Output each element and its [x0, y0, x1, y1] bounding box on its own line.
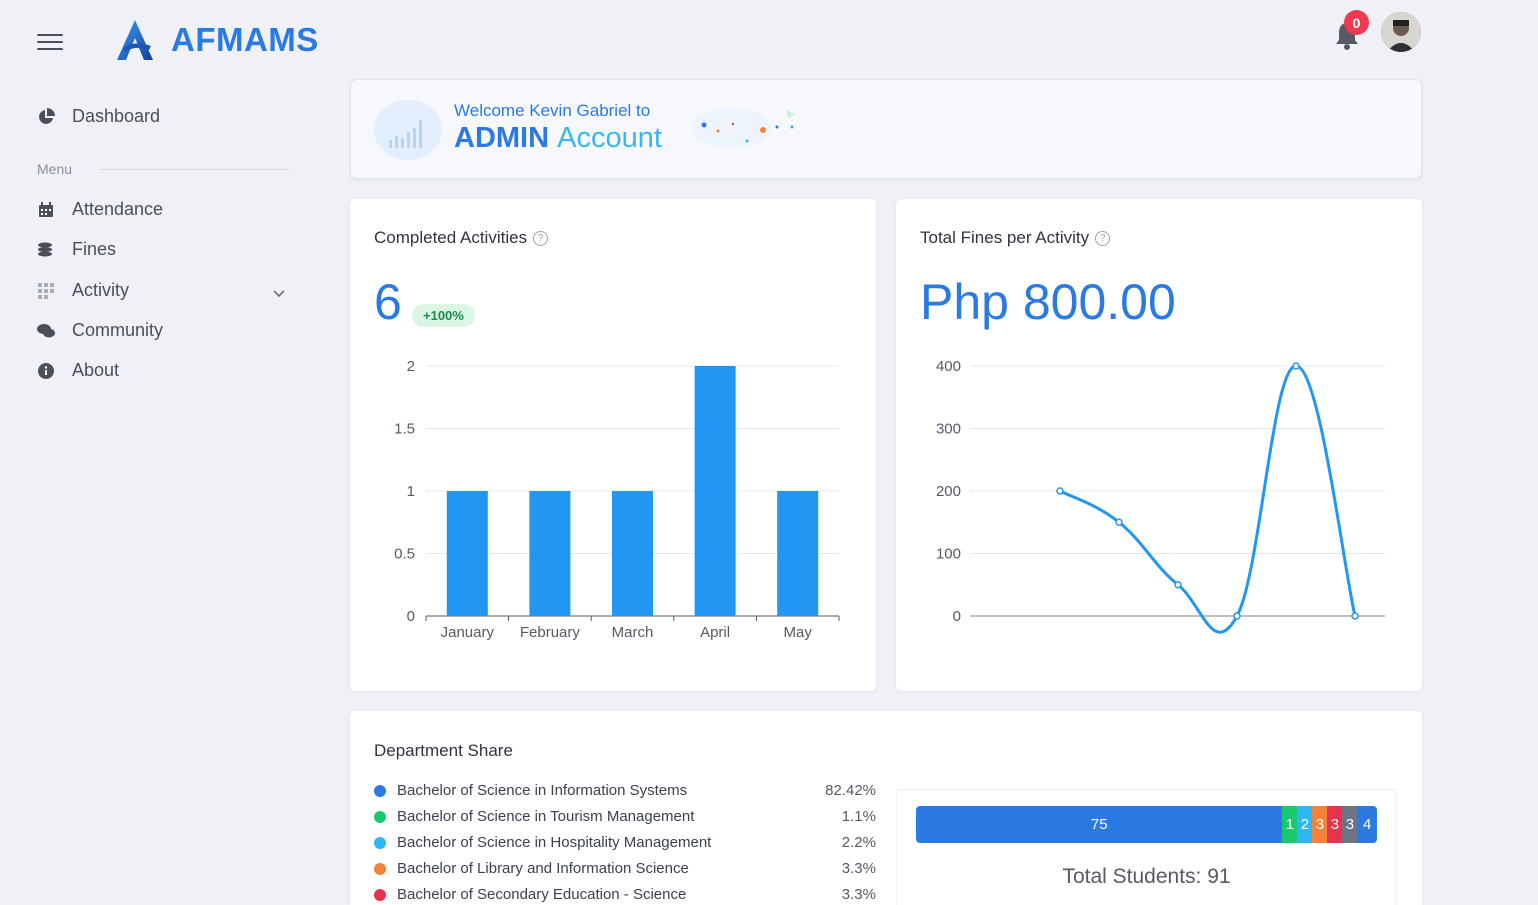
y-tick-label: 1.5 — [394, 421, 415, 438]
completed-bar-chart: 0 0.5 1 1.5 2 January February March April May — [394, 358, 840, 641]
pie-chart-icon — [37, 107, 55, 126]
calendar-icon — [37, 201, 55, 219]
hamburger-menu-icon[interactable] — [37, 34, 63, 52]
chart-illustration-icon — [374, 100, 442, 160]
comments-icon — [37, 322, 55, 340]
data-point — [1174, 581, 1182, 589]
bar-segment: 3 — [1342, 806, 1358, 843]
department-row: Bachelor of Science in Information Syste… — [374, 782, 876, 799]
sidebar-item-attendance[interactable]: Attendance — [37, 199, 163, 220]
sidebar-item-about[interactable]: About — [37, 360, 119, 381]
coins-icon — [37, 241, 55, 259]
total-students: Total Students: 91 — [1062, 865, 1231, 888]
confetti-decoration-icon — [691, 108, 795, 148]
sidebar-item-activity[interactable]: Activity — [37, 280, 129, 301]
y-tick-label: 100 — [936, 546, 961, 563]
department-percent: 3.3% — [841, 860, 876, 877]
logo-icon — [117, 20, 153, 60]
department-name: Bachelor of Science in Tourism Managemen… — [397, 808, 695, 825]
data-point — [1292, 362, 1300, 370]
department-name: Bachelor of Science in Information Syste… — [397, 782, 688, 799]
department-percent: 2.2% — [841, 834, 876, 851]
legend-dot — [374, 784, 386, 797]
department-name: Bachelor of Library and Information Scie… — [397, 860, 689, 877]
department-name: Bachelor of Science in Hospitality Manag… — [397, 834, 712, 851]
bar — [777, 491, 819, 616]
bar-segment: 4 — [1357, 806, 1377, 843]
data-point — [1056, 487, 1064, 495]
bar-segment: 75 — [916, 806, 1283, 843]
bar-segment: 2 — [1297, 806, 1313, 843]
legend-dot — [374, 862, 386, 875]
sidebar-item-label: Fines — [72, 239, 117, 259]
department-percent: 1.1% — [841, 808, 876, 825]
avatar[interactable] — [1381, 12, 1421, 52]
logo: AFMAMS — [113, 18, 319, 62]
department-name: Bachelor of Secondary Education - Scienc… — [397, 886, 687, 903]
completed-activities-card: Completed Activities? 6 +100% 0 0.5 1 1.5 2 J… — [350, 199, 876, 691]
bar-segment: 3 — [1312, 806, 1328, 843]
x-tick-label: March — [612, 624, 654, 641]
data-point — [1351, 612, 1359, 620]
legend-dot — [374, 836, 386, 849]
department-row: Bachelor of Science in Tourism Managemen… — [374, 808, 876, 825]
bar — [446, 491, 488, 616]
y-tick-label: 1 — [407, 483, 415, 500]
bar — [529, 491, 571, 616]
card-title: Department Share — [374, 741, 513, 760]
menu-section-label: Menu — [37, 161, 73, 177]
divider — [99, 169, 290, 170]
sidebar-item-dashboard[interactable]: Dashboard — [37, 106, 160, 127]
grid-icon — [37, 282, 55, 300]
notification-badge: 0 — [1344, 10, 1369, 35]
x-tick-label: April — [700, 624, 730, 641]
welcome-title: ADMIN Account — [454, 122, 662, 155]
sidebar-item-community[interactable]: Community — [37, 320, 163, 341]
admin-label: ADMIN — [454, 122, 550, 154]
sidebar-item-label: About — [72, 360, 120, 380]
y-tick-label: 0 — [953, 608, 961, 625]
x-tick-label: February — [520, 624, 581, 641]
series-line — [1059, 364, 1357, 634]
department-percent: 3.3% — [841, 886, 876, 903]
welcome-text: Welcome Kevin Gabriel to — [454, 101, 651, 120]
chevron-down-icon[interactable] — [272, 286, 286, 300]
bar — [694, 366, 736, 616]
legend-dot — [374, 888, 386, 901]
sidebar-item-label: Attendance — [72, 199, 164, 219]
legend-dot — [374, 810, 386, 823]
x-tick-label: May — [784, 624, 813, 641]
department-stacked-bar: 75 1 2 3 3 3 4 — [916, 806, 1377, 843]
sidebar-item-fines[interactable]: Fines — [37, 239, 116, 260]
y-tick-label: 0.5 — [394, 546, 415, 563]
sidebar-item-label: Activity — [72, 280, 130, 300]
y-tick-label: 200 — [936, 483, 961, 500]
department-share-card: Department Share Bachelor of Science in … — [350, 711, 1422, 905]
data-point — [1233, 612, 1241, 620]
y-tick-label: 0 — [407, 608, 415, 625]
account-label: Account — [557, 122, 662, 154]
x-tick-label: January — [441, 624, 495, 641]
data-point — [1115, 518, 1123, 526]
info-icon — [37, 362, 55, 380]
welcome-banner: Welcome Kevin Gabriel to ADMIN Account — [350, 79, 1422, 179]
y-tick-label: 2 — [407, 358, 415, 375]
y-tick-label: 400 — [936, 358, 961, 375]
department-percent: 82.42% — [825, 782, 876, 799]
department-row: Bachelor of Science in Hospitality Manag… — [374, 834, 876, 851]
sidebar-item-label: Community — [72, 320, 164, 340]
bar-segment: 1 — [1282, 806, 1298, 843]
total-fines-card: Total Fines per Activity? Php 800.00 0 10… — [896, 199, 1422, 691]
department-row: Bachelor of Library and Information Scie… — [374, 860, 876, 877]
app-name: AFMAMS — [171, 21, 319, 58]
department-row: Bachelor of Secondary Education - Scienc… — [374, 886, 876, 903]
sidebar-item-label: Dashboard — [72, 106, 161, 126]
fines-line-chart: 0 100 200 300 400 — [936, 358, 1385, 634]
bar-segment: 3 — [1327, 806, 1343, 843]
bar — [612, 491, 653, 616]
y-tick-label: 300 — [936, 421, 961, 438]
